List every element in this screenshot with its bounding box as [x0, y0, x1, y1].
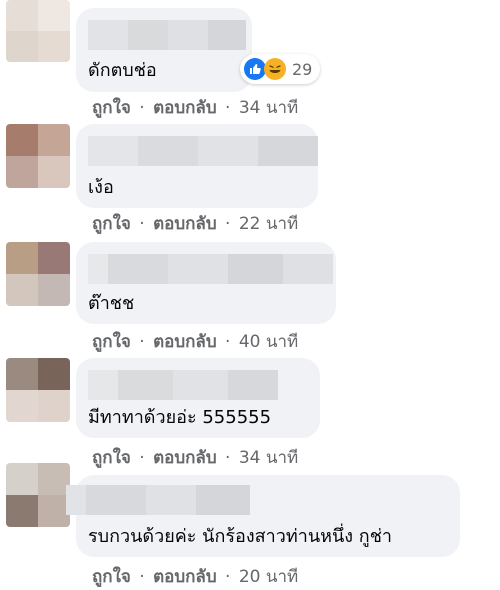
reply-action[interactable]: ตอบกลับ: [153, 332, 217, 352]
separator: ·: [139, 332, 145, 352]
comment-actions: ถูกใจ · ตอบกลับ · 20 นาที: [92, 563, 298, 590]
reply-action[interactable]: ตอบกลับ: [153, 567, 217, 587]
separator: ·: [225, 332, 231, 352]
author-name-blurred[interactable]: [88, 370, 278, 400]
avatar[interactable]: [6, 463, 70, 527]
like-action[interactable]: ถูกใจ: [92, 448, 131, 468]
separator: ·: [225, 567, 231, 587]
avatar[interactable]: [6, 242, 70, 306]
like-action[interactable]: ถูกใจ: [92, 332, 131, 352]
avatar[interactable]: [6, 0, 70, 62]
comment-text: มีทาทาด้วยอ่ะ 555555: [88, 407, 272, 428]
comment-actions: ถูกใจ · ตอบกลับ · 22 นาที: [92, 210, 298, 237]
reply-action[interactable]: ตอบกลับ: [153, 448, 217, 468]
separator: ·: [225, 448, 231, 468]
timestamp[interactable]: 22 นาที: [239, 214, 298, 234]
separator: ·: [225, 214, 231, 234]
comment-actions: ถูกใจ · ตอบกลับ · 34 นาที: [92, 94, 298, 121]
comment-text: ดักตบช่อ: [88, 60, 157, 81]
separator: ·: [139, 448, 145, 468]
comment-text: เง้อ: [88, 177, 114, 198]
timestamp[interactable]: 34 นาที: [239, 448, 298, 468]
separator: ·: [139, 98, 145, 118]
separator: ·: [139, 567, 145, 587]
comment-text: รบกวนด้วยค่ะ นักร้องสาวท่านหนึ่ง กูช่า: [88, 526, 393, 547]
separator: ·: [225, 98, 231, 118]
comment-bubble: เง้อ: [76, 124, 318, 208]
author-name-blurred[interactable]: [88, 136, 318, 166]
comment-actions: ถูกใจ · ตอบกลับ · 34 นาที: [92, 444, 298, 471]
comment-bubble: ดักตบช่อ: [76, 8, 252, 92]
timestamp[interactable]: 34 นาที: [239, 98, 298, 118]
author-name-blurred[interactable]: [66, 485, 250, 515]
avatar[interactable]: [6, 124, 70, 188]
comment-bubble: รบกวนด้วยค่ะ นักร้องสาวท่านหนึ่ง กูช่า: [66, 475, 460, 557]
separator: ·: [139, 214, 145, 234]
like-action[interactable]: ถูกใจ: [92, 98, 131, 118]
reply-action[interactable]: ตอบกลับ: [153, 214, 217, 234]
comment-bubble: ต๊าชช: [76, 242, 336, 324]
comment-text: ต๊าชช: [88, 293, 135, 314]
comment-bubble: มีทาทาด้วยอ่ะ 555555: [76, 358, 320, 438]
reaction-summary[interactable]: 29: [240, 54, 321, 84]
reply-action[interactable]: ตอบกลับ: [153, 98, 217, 118]
haha-icon: [264, 58, 286, 80]
author-name-blurred[interactable]: [88, 20, 246, 50]
like-action[interactable]: ถูกใจ: [92, 214, 131, 234]
avatar[interactable]: [6, 358, 70, 422]
timestamp[interactable]: 20 นาที: [239, 567, 298, 587]
like-icon: [244, 58, 266, 80]
reaction-count: 29: [292, 59, 313, 79]
timestamp[interactable]: 40 นาที: [239, 332, 298, 352]
comment-actions: ถูกใจ · ตอบกลับ · 40 นาที: [92, 328, 298, 355]
like-action[interactable]: ถูกใจ: [92, 567, 131, 587]
author-name-blurred[interactable]: [88, 254, 333, 284]
